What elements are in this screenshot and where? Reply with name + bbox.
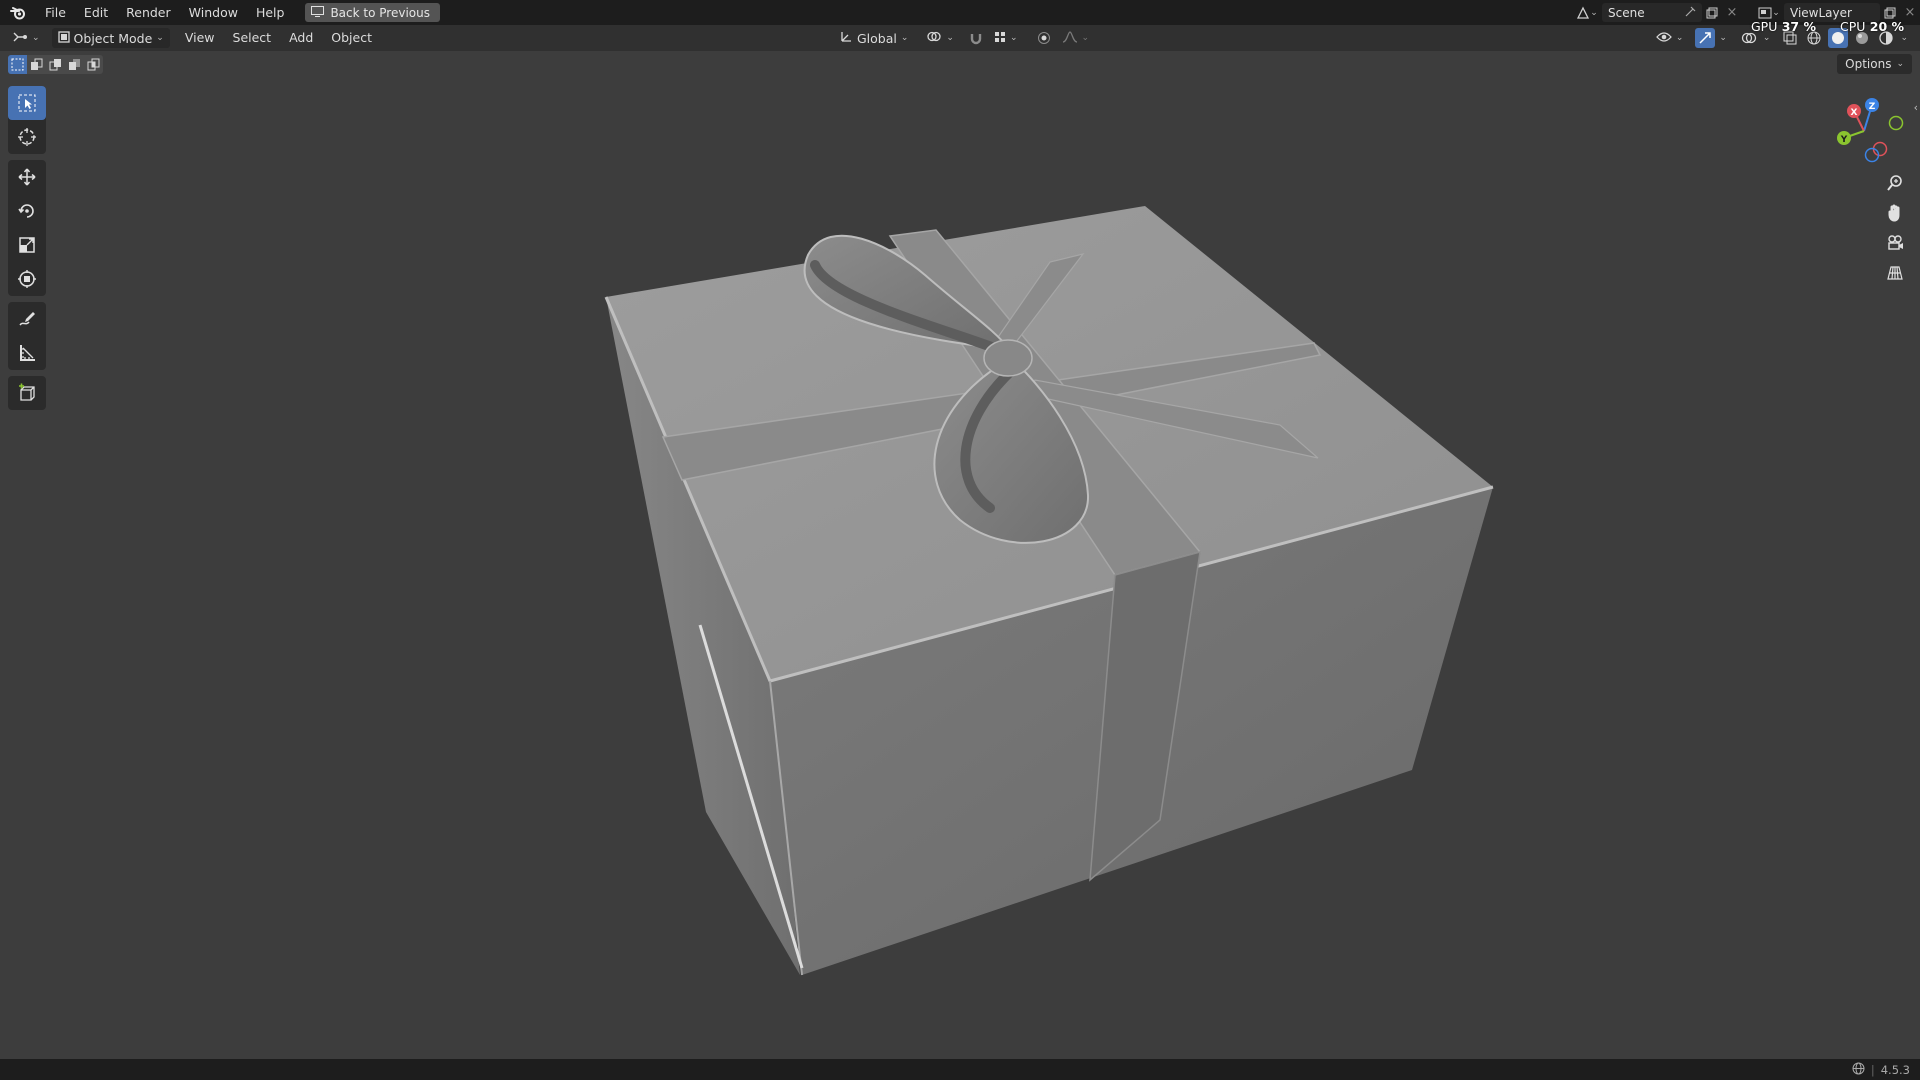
- select-new-icon[interactable]: [8, 55, 27, 74]
- gpu-value: 37 %: [1781, 19, 1817, 34]
- pivot-point-dropdown[interactable]: ⌄: [920, 28, 960, 48]
- camera-view-icon[interactable]: [1880, 229, 1910, 257]
- select-extend-icon[interactable]: [27, 55, 46, 74]
- scale-tool-icon[interactable]: [8, 228, 46, 262]
- gpu-label: GPU: [1751, 19, 1778, 34]
- tool-group-select: [8, 86, 46, 154]
- menu-file[interactable]: File: [36, 0, 75, 25]
- select-invert-icon[interactable]: [65, 55, 84, 74]
- cpu-label: CPU: [1840, 19, 1866, 34]
- blender-window: File Edit Render Window Help Back to Pre…: [0, 0, 1920, 1080]
- gizmo-y-label: Y: [1840, 135, 1848, 145]
- menu-edit[interactable]: Edit: [75, 0, 117, 25]
- back-to-previous-button[interactable]: Back to Previous: [305, 3, 440, 22]
- falloff-curve-icon: [1062, 30, 1078, 46]
- version-label: 4.5.3: [1880, 1062, 1910, 1077]
- measure-tool-icon[interactable]: [8, 336, 46, 370]
- object-mode-icon: [57, 30, 70, 46]
- status-divider: |: [1870, 1062, 1875, 1077]
- gizmo-dropdown-icon[interactable]: ⌄: [1719, 33, 1727, 43]
- mode-dropdown[interactable]: Object Mode ⌄: [51, 28, 170, 48]
- scene-icon[interactable]: ⌄: [1572, 3, 1602, 23]
- view-layer-name: ViewLayer: [1790, 5, 1852, 20]
- select-subtract-icon[interactable]: [46, 55, 65, 74]
- annotate-tool-icon[interactable]: [8, 302, 46, 336]
- visibility-dropdown[interactable]: ⌄: [1654, 28, 1686, 48]
- menu-window[interactable]: Window: [180, 0, 247, 25]
- select-intersect-icon[interactable]: [84, 55, 103, 74]
- cursor-tool-icon[interactable]: [8, 120, 46, 154]
- mode-label: Object Mode: [73, 30, 153, 46]
- eye-icon: [1655, 31, 1672, 46]
- status-bar: | 4.5.3: [0, 1059, 1920, 1080]
- pan-hand-icon[interactable]: [1880, 199, 1910, 227]
- navigation-gizmo[interactable]: Z X Y: [1828, 93, 1906, 171]
- options-dropdown[interactable]: Options ⌄: [1837, 54, 1912, 74]
- tool-shelf: [8, 86, 46, 416]
- 3d-viewport-icon: [12, 30, 28, 47]
- viewport-header: ⌄ Object Mode ⌄ View Select Add Object G…: [0, 25, 1920, 51]
- cpu-value: 20 %: [1869, 19, 1905, 34]
- options-label: Options: [1845, 57, 1892, 71]
- menu-object[interactable]: Object: [322, 25, 381, 51]
- transform-tools: Global ⌄ ⌄ ⌄ ⌄: [834, 28, 1091, 48]
- pivot-icon: [926, 30, 942, 46]
- snap-target-dropdown[interactable]: ⌄: [992, 28, 1020, 48]
- menu-render[interactable]: Render: [117, 0, 180, 25]
- scene-name: Scene: [1608, 5, 1645, 20]
- 3d-viewport[interactable]: Z X Y ‹: [0, 51, 1920, 1059]
- overlays-dropdown-icon[interactable]: ⌄: [1763, 33, 1771, 43]
- pin-icon[interactable]: [1685, 6, 1696, 20]
- tool-group-add: [8, 376, 46, 410]
- scene-selector[interactable]: Scene: [1602, 3, 1702, 22]
- snap-toggle-icon[interactable]: [966, 28, 986, 48]
- blender-logo-icon[interactable]: [0, 0, 36, 25]
- gpu-stat: GPU 37 %: [1751, 19, 1816, 34]
- orientation-label: Global: [857, 30, 897, 46]
- back-to-previous-label: Back to Previous: [330, 5, 430, 20]
- gizmo-toggle-icon[interactable]: [1695, 28, 1716, 48]
- globe-icon: [1852, 1062, 1865, 1078]
- orientation-dropdown[interactable]: Global ⌄: [834, 28, 914, 48]
- orientation-icon: [840, 30, 853, 46]
- sidebar-toggle-icon[interactable]: ‹: [1914, 101, 1918, 114]
- screen-icon: [311, 5, 325, 20]
- transform-tool-icon[interactable]: [8, 262, 46, 296]
- tool-group-annotate: [8, 302, 46, 370]
- gizmo-x-label: X: [1851, 108, 1858, 118]
- gizmo-z-label: Z: [1869, 102, 1876, 112]
- gift-box-model: [604, 206, 1494, 976]
- editor-type-button[interactable]: ⌄: [6, 28, 46, 48]
- proportional-editing-icon[interactable]: [1034, 28, 1054, 48]
- menu-select[interactable]: Select: [224, 25, 281, 51]
- rotate-tool-icon[interactable]: [8, 194, 46, 228]
- menu-add[interactable]: Add: [280, 25, 322, 51]
- cpu-stat: CPU 20 %: [1840, 19, 1904, 34]
- perspective-grid-icon[interactable]: [1880, 259, 1910, 287]
- falloff-dropdown[interactable]: ⌄: [1060, 28, 1092, 48]
- add-cube-tool-icon[interactable]: [8, 376, 46, 410]
- menu-view[interactable]: View: [176, 25, 224, 51]
- delete-scene-icon[interactable]: ×: [1722, 3, 1742, 23]
- new-scene-icon[interactable]: [1702, 3, 1722, 23]
- select-box-tool-icon[interactable]: [8, 86, 46, 120]
- top-menu-bar: File Edit Render Window Help Back to Pre…: [0, 0, 1920, 25]
- zoom-icon[interactable]: [1880, 169, 1910, 197]
- menu-help[interactable]: Help: [247, 0, 294, 25]
- selection-mode-group: [8, 55, 103, 74]
- shading-dropdown-icon[interactable]: ⌄: [1900, 33, 1908, 43]
- move-tool-icon[interactable]: [8, 160, 46, 194]
- snap-grid-icon: [994, 31, 1006, 46]
- tool-group-transform: [8, 160, 46, 296]
